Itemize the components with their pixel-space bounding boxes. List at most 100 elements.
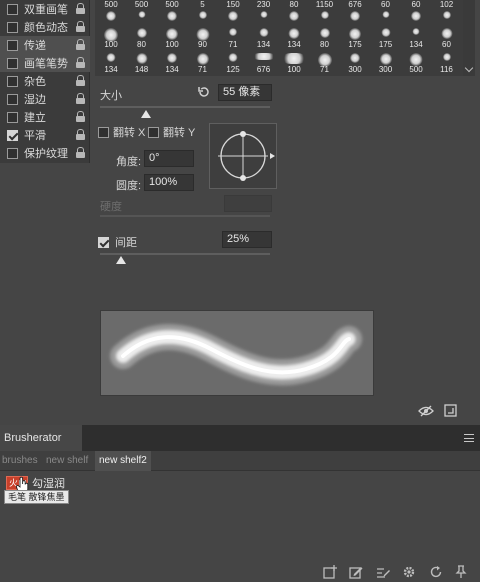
lock-icon[interactable] (76, 39, 85, 50)
lock-icon[interactable] (76, 147, 85, 158)
option-smoothing[interactable]: 平滑 (0, 126, 90, 144)
spacing-checkbox[interactable] (98, 236, 109, 248)
build-up-checkbox[interactable] (7, 111, 18, 123)
brush-tip-thumbnail (196, 53, 209, 65)
scroll-down-icon[interactable] (464, 63, 474, 73)
brush-tip-size: 134 (287, 40, 301, 49)
brush-tip-thumbnail (412, 28, 420, 35)
brush-tip-cell[interactable]: 71 (311, 50, 339, 74)
refresh-icon[interactable] (429, 565, 443, 579)
brush-tip-cell[interactable]: 300 (372, 50, 400, 74)
spacing-row[interactable]: 间距 (98, 234, 137, 250)
size-slider-thumb[interactable] (141, 110, 151, 118)
brush-pose-checkbox[interactable] (7, 57, 18, 69)
brush-tip-cell[interactable]: 134 (97, 50, 125, 74)
color-dynamics-checkbox[interactable] (7, 21, 18, 33)
size-field[interactable]: 55 像素 (218, 84, 272, 101)
spacing-field[interactable]: 25% (222, 231, 272, 248)
brush-tip-cell[interactable]: 100 (280, 50, 308, 74)
lock-icon[interactable] (76, 57, 85, 68)
option-wet-edges[interactable]: 湿边 (0, 90, 90, 108)
panel-tab-brusherator[interactable]: Brusherator Plus (0, 425, 82, 470)
brush-tip-size: 300 (348, 65, 362, 74)
wet-edges-checkbox[interactable] (7, 93, 18, 105)
brush-tip-cell[interactable]: 71 (219, 25, 247, 49)
smoothing-checkbox[interactable] (7, 129, 18, 141)
panel-menu-icon[interactable] (464, 434, 474, 442)
brush-tip-size: 500 (409, 65, 423, 74)
angle-roundness-widget[interactable] (209, 123, 277, 189)
brush-tip-size: 5 (200, 0, 205, 9)
brush-tip-cell[interactable]: 60 (433, 25, 461, 49)
brush-tip-cell[interactable]: 175 (341, 25, 369, 49)
brush-tip-cell[interactable]: 90 (189, 25, 217, 49)
brush-tip-cell[interactable]: 175 (372, 25, 400, 49)
shelf-item[interactable]: 火山 勾湿润 (6, 475, 65, 491)
option-noise[interactable]: 杂色 (0, 72, 90, 90)
option-brush-pose[interactable]: 画笔笔势 (0, 54, 90, 72)
settings-icon[interactable] (402, 565, 416, 579)
brush-tip-cell[interactable]: 100 (97, 25, 125, 49)
roundness-label: 圆度: (116, 180, 142, 192)
option-protect-texture[interactable]: 保护纹理 (0, 144, 90, 162)
roundness-field[interactable]: 100% (144, 174, 194, 191)
brush-tip-cell[interactable]: 71 (189, 50, 217, 74)
dual-brush-checkbox[interactable] (7, 3, 18, 15)
brush-tip-size: 134 (256, 40, 271, 49)
angle-dial-icon[interactable] (210, 124, 276, 188)
brush-tip-cell[interactable]: 80 (311, 25, 339, 49)
brush-tip-cell[interactable]: 80 (128, 25, 156, 49)
edit-icon[interactable] (349, 565, 363, 579)
spacing-label: 间距 (115, 237, 137, 249)
add-brush-icon[interactable] (323, 565, 337, 579)
lock-icon[interactable] (76, 129, 85, 140)
angle-field[interactable]: 0° (144, 150, 194, 167)
option-label: 传递 (24, 40, 46, 52)
brush-tip-cell[interactable]: 300 (341, 50, 369, 74)
flip-y-checkbox[interactable] (148, 126, 159, 138)
spacing-slider-thumb[interactable] (116, 256, 126, 264)
option-color-dynamics[interactable]: 颜色动态 (0, 18, 90, 36)
flip-x-checkbox[interactable] (98, 126, 109, 138)
lock-icon[interactable] (76, 111, 85, 122)
brush-tip-cell[interactable]: 134 (158, 50, 186, 74)
brush-tip-cell[interactable]: 134 (280, 25, 308, 49)
lock-icon[interactable] (76, 75, 85, 86)
brush-tip-thumbnail (228, 11, 238, 21)
brush-tip-size: 134 (409, 40, 423, 49)
brush-tip-cell[interactable]: 116 (433, 50, 461, 74)
lock-icon[interactable] (76, 3, 85, 14)
grid-scrollbar[interactable] (463, 0, 475, 76)
spacing-slider[interactable] (100, 253, 270, 255)
flip-y-row[interactable]: 翻转 Y (148, 124, 195, 140)
new-preset-icon[interactable] (444, 404, 457, 417)
eye-toggle-icon[interactable] (418, 405, 434, 417)
edit-lines-icon[interactable] (376, 565, 390, 579)
reset-icon[interactable] (197, 85, 211, 99)
noise-checkbox[interactable] (7, 75, 18, 87)
shelf-tabs: brushes new shelf new shelf2 (0, 451, 480, 471)
brush-tip-size: 100 (104, 40, 118, 49)
brush-tip-cell[interactable]: 500 (402, 50, 430, 74)
option-dual-brush[interactable]: 双重画笔 (0, 0, 90, 18)
shelf-tab-new-shelf[interactable]: new shelf (46, 451, 88, 471)
option-transfer[interactable]: 传递 (0, 36, 90, 54)
protect-texture-checkbox[interactable] (7, 147, 18, 159)
shelf-tab-new-shelf2[interactable]: new shelf2 (95, 451, 151, 471)
transfer-checkbox[interactable] (7, 39, 18, 51)
flip-x-row[interactable]: 翻转 X (98, 124, 145, 140)
size-slider[interactable] (100, 106, 270, 108)
shelf-tab-brushes[interactable]: brushes (2, 451, 38, 471)
panel-header: Brusherator Plus (0, 425, 480, 470)
brush-tip-size: 100 (287, 65, 301, 74)
brush-tip-cell[interactable]: 676 (250, 50, 278, 74)
brush-tip-cell[interactable]: 134 (402, 25, 430, 49)
brush-tip-cell[interactable]: 134 (250, 25, 278, 49)
lock-icon[interactable] (76, 21, 85, 32)
brush-tip-cell[interactable]: 148 (128, 50, 156, 74)
option-build-up[interactable]: 建立 (0, 108, 90, 126)
pin-icon[interactable] (455, 565, 467, 579)
brush-tip-cell[interactable]: 100 (158, 25, 186, 49)
brush-tip-cell[interactable]: 125 (219, 50, 247, 74)
lock-icon[interactable] (76, 93, 85, 104)
